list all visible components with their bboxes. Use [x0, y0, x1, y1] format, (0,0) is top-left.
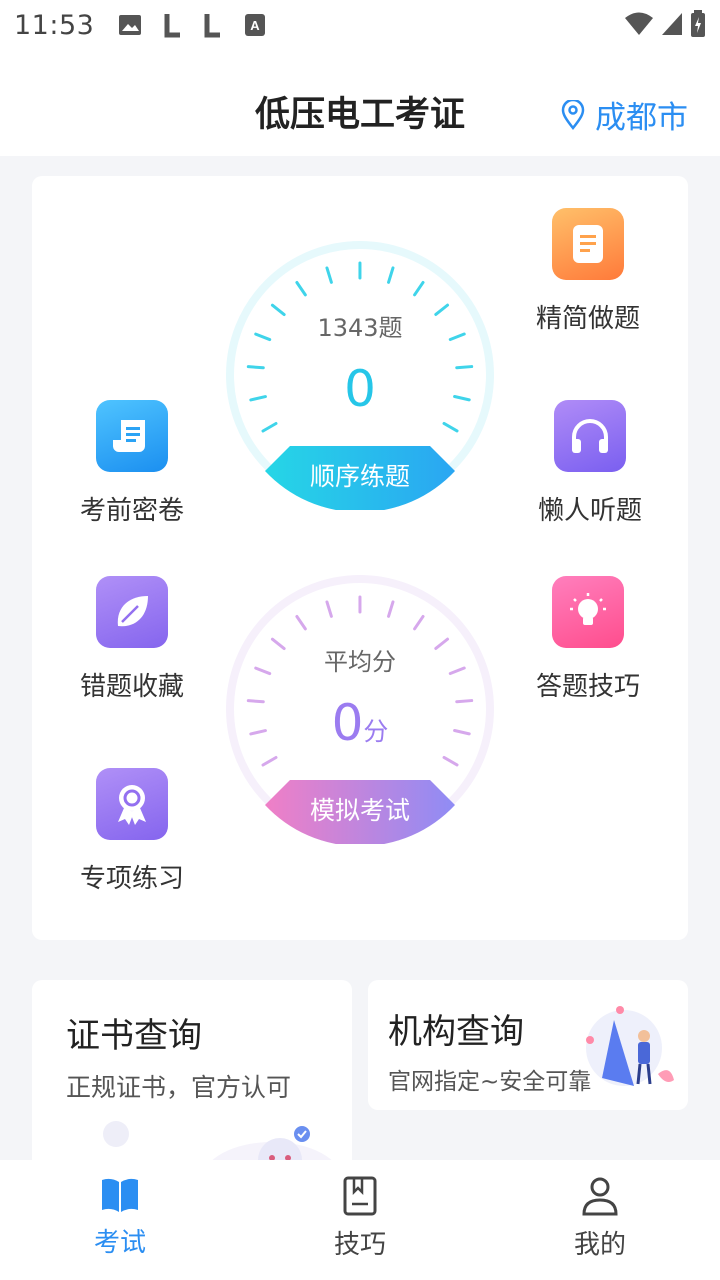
svg-text:A: A: [251, 18, 261, 33]
image-icon: [119, 15, 142, 35]
institution-illustration-icon: [586, 1006, 674, 1086]
gauge-tick: [387, 266, 395, 284]
feature-pre-exam-papers[interactable]: 考前密卷: [62, 400, 202, 527]
certificate-query-desc: 正规证书，官方认可: [66, 1073, 292, 1102]
location-pin-icon: [561, 99, 585, 130]
feature-label: 懒人听题: [537, 496, 642, 526]
city-selector[interactable]: 成都市: [561, 92, 688, 137]
feature-label: 精简做题: [535, 304, 640, 334]
medal-icon: [96, 768, 168, 840]
headphones-icon: [554, 400, 626, 472]
feature-simplified-practice[interactable]: 精简做题: [518, 208, 658, 335]
average-score-label: 平均分: [324, 648, 396, 676]
feature-audio-questions[interactable]: 懒人听题: [520, 400, 660, 527]
question-count: 1343题: [317, 314, 403, 342]
gauge-tick: [442, 421, 459, 433]
signal-icon: [662, 13, 682, 35]
gauge-tick: [442, 755, 459, 767]
institution-query-desc: 官网指定~安全可靠: [388, 1069, 592, 1095]
institution-query-title: 机构查询: [388, 1012, 524, 1052]
institution-query-card[interactable]: 机构查询 官网指定~安全可靠: [368, 980, 688, 1110]
feature-label: 考前密卷: [79, 496, 184, 526]
tab-label: 考试: [93, 1228, 146, 1258]
average-score-value: 0: [331, 694, 364, 752]
status-bar: 11:53 A: [0, 0, 720, 50]
l-icon: [204, 14, 221, 38]
gauge-tick: [413, 280, 425, 297]
practice-progress-value: 0: [344, 360, 376, 418]
feature-answer-tips[interactable]: 答题技巧: [518, 576, 658, 703]
average-score: 0分: [225, 694, 495, 752]
app-header: 低压电工考证 成都市: [0, 50, 720, 156]
status-time: 11:53: [14, 9, 95, 41]
note-icon: [552, 208, 624, 280]
exam-gauge[interactable]: 平均分 0分 模拟考试: [225, 574, 495, 844]
tab-label: 技巧: [333, 1230, 386, 1260]
practice-gauge[interactable]: 1343题 0 顺序练题: [225, 240, 495, 510]
gauge-tick: [413, 614, 425, 631]
tab-label: 我的: [573, 1230, 626, 1260]
certificate-query-card[interactable]: 证书查询 正规证书，官方认可: [32, 980, 352, 1180]
l-icon: [164, 14, 181, 38]
bookmark-book-icon: [343, 1176, 377, 1216]
sequential-practice-button[interactable]: 顺序练题: [225, 457, 495, 493]
practice-card: 1343题 0 顺序练题 平均分 0分 模拟考试 精简做题 考前密卷 懒人听题 …: [32, 176, 688, 940]
lightbulb-icon: [552, 576, 624, 648]
feature-wrong-questions[interactable]: 错题收藏: [62, 576, 202, 703]
gauge-tick: [325, 600, 333, 618]
scroll-icon: [96, 400, 168, 472]
tab-mine[interactable]: 我的: [480, 1160, 720, 1280]
tab-exam[interactable]: 考试: [0, 1160, 240, 1280]
gauge-tick: [325, 266, 333, 284]
gauge-tick: [261, 422, 278, 433]
feature-label: 答题技巧: [535, 672, 640, 702]
feature-label: 错题收藏: [79, 672, 184, 702]
feature-label: 专项练习: [79, 864, 184, 894]
average-score-unit: 分: [363, 717, 389, 746]
certificate-query-title: 证书查询: [66, 1016, 202, 1056]
city-name: 成都市: [595, 100, 688, 136]
gauge-tick: [387, 600, 395, 618]
a-icon: A: [245, 14, 266, 36]
mock-exam-button[interactable]: 模拟考试: [225, 791, 495, 827]
gauge-tick: [295, 280, 307, 297]
bottom-tab-bar: 考试 技巧 我的: [0, 1160, 720, 1280]
gauge-tick: [261, 756, 278, 767]
leaf-icon: [96, 576, 168, 648]
feature-special-practice[interactable]: 专项练习: [62, 768, 202, 895]
user-icon: [582, 1177, 618, 1216]
battery-icon: [691, 10, 705, 37]
wifi-icon: [625, 12, 653, 35]
tab-tips[interactable]: 技巧: [240, 1160, 480, 1280]
book-icon: [102, 1178, 138, 1212]
gauge-tick: [295, 614, 307, 631]
